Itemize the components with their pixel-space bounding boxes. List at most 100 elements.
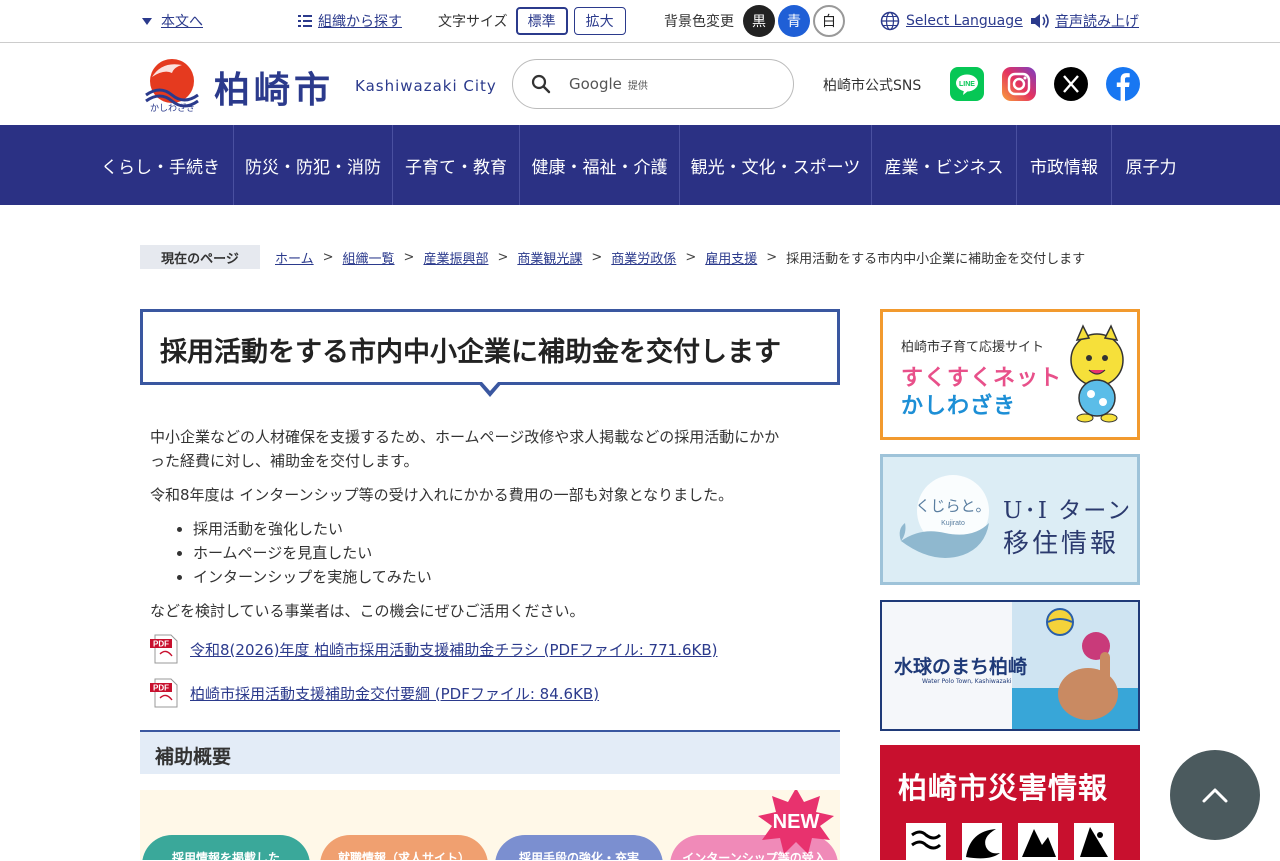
triangle-down-icon <box>142 17 152 25</box>
sns-label: 柏崎市公式SNS <box>823 78 922 94</box>
bg-black-button[interactable]: 黒 <box>743 5 775 37</box>
breadcrumb-link-employment[interactable]: 雇用支援 <box>705 248 757 267</box>
hazard-icons <box>906 823 1114 861</box>
banner3-title: 水球のまち柏崎 <box>894 656 1028 678</box>
subsidy-overview-image: 採用情報を掲載した 就職情報（求人サイト） 採用手段の強化・充実 インターンシッ… <box>140 790 840 860</box>
site-header: かしわざき 柏崎市 Kashiwazaki City Google 提供 柏崎市… <box>0 43 1280 125</box>
new-badge-icon: NEW <box>758 790 834 854</box>
pdf-link-row: PDF 柏崎市採用活動支援補助金交付要綱 (PDFファイル: 84.6KB) <box>150 677 599 709</box>
font-size-label: 文字サイズ <box>438 14 508 30</box>
pdf-link-row: PDF 令和8(2026)年度 柏崎市採用活動支援補助金チラシ (PDFファイル… <box>150 633 717 665</box>
nav-item-business[interactable]: 産業・ビジネス <box>872 125 1017 205</box>
bg-white-button[interactable]: 白 <box>813 5 845 37</box>
site-logo-link[interactable]: かしわざき 柏崎市 Kashiwazaki City <box>142 53 502 115</box>
whale-icon: くじらと。 Kujirato <box>899 475 991 558</box>
voice-label: 音声読み上げ <box>1055 14 1139 30</box>
nav-item-tourism[interactable]: 観光・文化・スポーツ <box>680 125 872 205</box>
banner-childcare-site[interactable]: 柏崎市子育て応援サイト すくすくネット かしわざき <box>880 309 1140 440</box>
breadcrumb-label: 現在のページ <box>140 245 260 269</box>
chevron-right-icon: > <box>497 249 509 265</box>
pdf-icon: PDF <box>150 678 178 708</box>
water-polo-photo <box>1012 602 1138 729</box>
promo-pill: 採用手段の強化・充実 <box>495 835 663 860</box>
speaker-icon <box>1031 14 1049 28</box>
nav-item-living[interactable]: くらし・手続き <box>0 125 234 205</box>
banner1-top: 柏崎市子育て応援サイト <box>901 340 1045 355</box>
mascot-icon <box>1070 324 1124 423</box>
skip-to-content-link[interactable]: 本文へ <box>142 0 203 42</box>
facebook-icon[interactable] <box>1106 67 1140 101</box>
banner-disaster-info[interactable]: 柏崎市災害情報 <box>880 745 1140 861</box>
nav-item-nuclear[interactable]: 原子力 <box>1112 125 1190 205</box>
chevron-right-icon: > <box>322 249 334 265</box>
utility-bar: 本文へ 組織から探す 文字サイズ 標準 拡大 背景色変更 黒 青 白 Selec… <box>0 0 1280 43</box>
section-heading-box: 補助概要 <box>140 730 840 774</box>
list-icon <box>298 15 312 27</box>
logo-city-name: 柏崎市 <box>214 70 335 111</box>
instagram-icon[interactable] <box>1002 67 1036 101</box>
banner3-sub: Water Polo Town, Kashiwazaki <box>922 678 1012 685</box>
pdf-link-guidelines[interactable]: 柏崎市採用活動支援補助金交付要綱 (PDFファイル: 84.6KB) <box>190 683 599 704</box>
note-paragraph: 令和8年度は インターンシップ等の受け入れにかかる費用の一部も対象となりました。 <box>150 486 734 504</box>
banner-ui-turn[interactable]: くじらと。 Kujirato U･I ターン 移住情報 <box>880 454 1140 585</box>
new-badge-label: NEW <box>773 811 820 833</box>
globe-icon <box>880 11 900 31</box>
nav-item-city-info[interactable]: 市政情報 <box>1017 125 1112 205</box>
chevron-right-icon: > <box>766 249 778 265</box>
banner-water-polo[interactable]: 水球のまち柏崎 Water Polo Town, Kashiwazaki <box>880 600 1140 731</box>
banner2-line1: U･I ターン <box>1003 498 1133 524</box>
page-title-box: 採用活動をする市内中小企業に補助金を交付します <box>140 309 840 385</box>
language-label: Select Language <box>906 13 1023 29</box>
page-title: 採用活動をする市内中小企業に補助金を交付します <box>160 337 781 368</box>
breadcrumb-link-org[interactable]: 組織一覧 <box>343 248 395 267</box>
title-pointer-inner <box>482 382 498 391</box>
banner2-line2: 移住情報 <box>1003 529 1120 559</box>
pdf-icon: PDF <box>150 634 178 664</box>
pdf-link-flyer[interactable]: 令和8(2026)年度 柏崎市採用活動支援補助金チラシ (PDFファイル: 77… <box>190 639 717 660</box>
chevron-right-icon: > <box>685 249 697 265</box>
nav-item-health[interactable]: 健康・福祉・介護 <box>520 125 680 205</box>
global-nav: くらし・手続き 防災・防犯・消防 子育て・教育 健康・福祉・介護 観光・文化・ス… <box>0 125 1280 205</box>
promo-pill: 採用情報を掲載した <box>142 835 310 860</box>
bg-color-control: 背景色変更 黒 青 白 <box>664 0 845 42</box>
voice-read-link[interactable]: 音声読み上げ <box>1030 0 1139 42</box>
bg-color-label: 背景色変更 <box>664 14 734 30</box>
chevron-right-icon: > <box>591 249 603 265</box>
site-search-box[interactable]: Google 提供 <box>512 59 794 109</box>
x-icon[interactable] <box>1054 67 1088 101</box>
search-icon <box>531 74 551 94</box>
org-link-label: 組織から探す <box>318 14 402 30</box>
banner2-logo: くじらと。 <box>915 497 990 515</box>
nav-item-childcare[interactable]: 子育て・教育 <box>393 125 520 205</box>
org-search-link[interactable]: 組織から探す <box>298 0 402 42</box>
banner4-title: 柏崎市災害情報 <box>898 771 1109 805</box>
bullet-list: 採用活動を強化したい ホームページを見直したい インターンシップを実施してみたい <box>193 517 432 589</box>
logo-sub-text: かしわざき <box>150 104 196 114</box>
page-top-button[interactable] <box>1170 750 1260 840</box>
svg-text:PDF: PDF <box>153 640 169 649</box>
intro-line-2: った経費に対し、補助金を交付します。 <box>150 452 419 470</box>
intro-line-1: 中小企業などの人材確保を支援するため、ホームページ改修や求人掲載などの採用活動に… <box>150 428 780 446</box>
bg-blue-button[interactable]: 青 <box>778 5 810 37</box>
section-heading: 補助概要 <box>155 746 232 768</box>
font-large-button[interactable]: 拡大 <box>573 7 626 35</box>
font-size-control: 文字サイズ 標準 拡大 <box>438 0 626 42</box>
line-icon[interactable]: LINE <box>950 67 984 101</box>
closing-paragraph: などを検討している事業者は、この機会にぜひご活用ください。 <box>150 602 585 620</box>
font-standard-button[interactable]: 標準 <box>515 7 568 35</box>
breadcrumb-current: 採用活動をする市内中小企業に補助金を交付します <box>786 251 1086 267</box>
search-brand-suffix: 提供 <box>627 80 648 92</box>
breadcrumb-link-division[interactable]: 商業観光課 <box>517 248 582 267</box>
list-item: ホームページを見直したい <box>193 541 432 565</box>
breadcrumb-link-dept[interactable]: 産業振興部 <box>423 248 488 267</box>
select-language-link[interactable]: Select Language <box>880 0 1023 42</box>
breadcrumb-link-home[interactable]: ホーム <box>275 248 314 267</box>
banner2-logo-sub: Kujirato <box>941 520 965 527</box>
breadcrumb: 現在のページ ホーム > 組織一覧 > 産業振興部 > 商業観光課 > 商業労政… <box>140 245 1085 269</box>
logo-english-name: Kashiwazaki City <box>355 77 497 95</box>
nav-item-disaster[interactable]: 防災・防犯・消防 <box>234 125 393 205</box>
search-brand: Google <box>569 75 622 93</box>
skip-link-label: 本文へ <box>161 14 203 30</box>
list-item: インターンシップを実施してみたい <box>193 565 432 589</box>
breadcrumb-link-section[interactable]: 商業労政係 <box>611 248 676 267</box>
